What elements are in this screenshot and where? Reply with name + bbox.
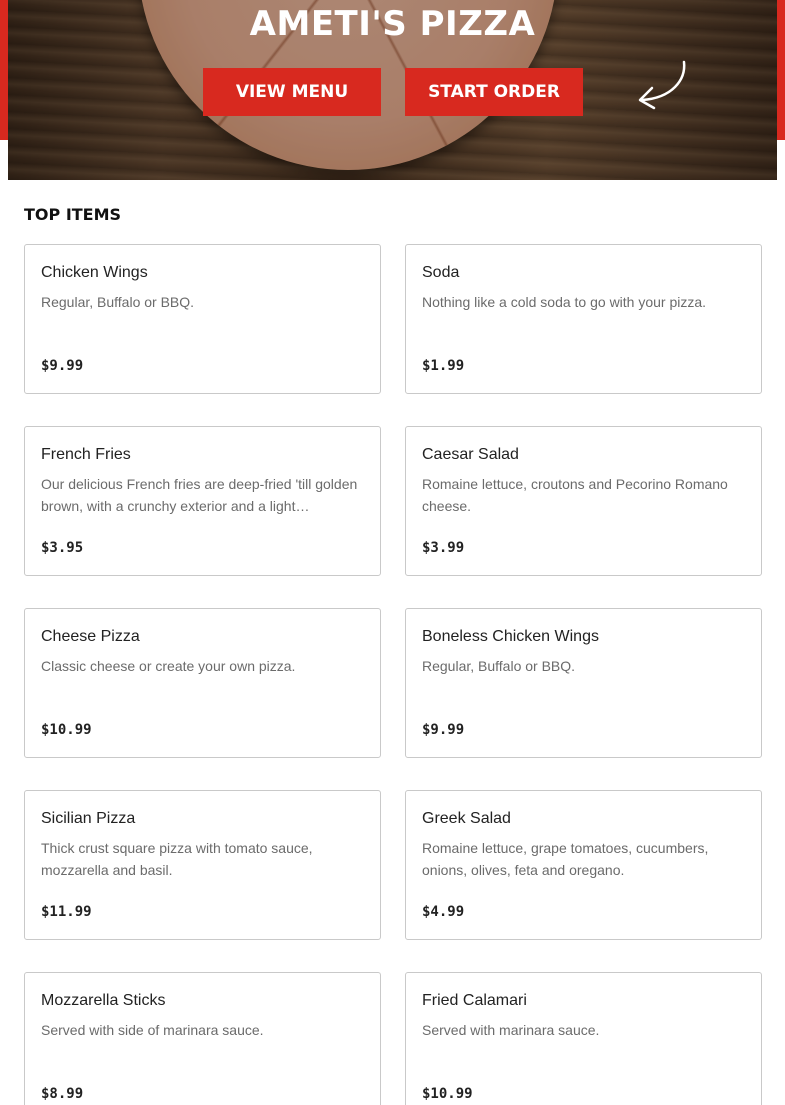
item-price: $4.99 [422,904,465,920]
menu-item-card[interactable]: Sicilian Pizza Thick crust square pizza … [24,790,381,940]
menu-item-card[interactable]: Chicken Wings Regular, Buffalo or BBQ. $… [24,244,381,394]
item-name: Caesar Salad [422,446,519,463]
hero-banner: AMETI'S PIZZA VIEW MENU START ORDER [8,0,777,180]
menu-item-card[interactable]: French Fries Our delicious French fries … [24,426,381,576]
hero-accent-right [777,0,785,140]
item-price: $9.99 [422,722,465,738]
item-price: $9.99 [41,358,84,374]
item-description: Classic cheese or create your own pizza. [41,658,296,674]
item-price: $11.99 [41,904,92,920]
item-name: Chicken Wings [41,264,148,281]
item-name: Sicilian Pizza [41,810,136,827]
item-description: Served with marinara sauce. [422,1022,600,1038]
item-description: Regular, Buffalo or BBQ. [422,658,576,674]
item-description: Thick crust square pizza with tomato sau… [41,840,313,878]
curved-arrow-icon [638,60,686,110]
item-description: Served with side of marinara sauce. [41,1022,264,1038]
item-price: $3.95 [41,540,84,556]
item-name: Soda [422,264,460,281]
item-description: Romaine lettuce, croutons and Pecorino R… [422,476,728,514]
item-price: $10.99 [422,1086,473,1102]
restaurant-name: AMETI'S PIZZA [249,4,536,44]
item-price: $10.99 [41,722,92,738]
top-items-heading: TOP ITEMS [24,205,122,224]
menu-item-card[interactable]: Caesar Salad Romaine lettuce, croutons a… [405,426,762,576]
menu-item-card[interactable]: Greek Salad Romaine lettuce, grape tomat… [405,790,762,940]
item-name: Fried Calamari [422,992,527,1009]
item-price: $1.99 [422,358,465,374]
view-menu-button[interactable]: VIEW MENU [203,68,381,116]
item-name: Cheese Pizza [41,628,140,645]
item-name: Boneless Chicken Wings [422,628,599,645]
item-name: Mozzarella Sticks [41,992,166,1009]
item-description: Nothing like a cold soda to go with your… [422,294,707,310]
item-description: Romaine lettuce, grape tomatoes, cucumbe… [422,840,709,878]
menu-item-card[interactable]: Cheese Pizza Classic cheese or create yo… [24,608,381,758]
menu-item-card[interactable]: Soda Nothing like a cold soda to go with… [405,244,762,394]
start-order-button[interactable]: START ORDER [405,68,583,116]
menu-item-card[interactable]: Mozzarella Sticks Served with side of ma… [24,972,381,1105]
item-description: Our delicious French fries are deep-frie… [41,476,358,514]
item-price: $3.99 [422,540,465,556]
menu-item-card[interactable]: Fried Calamari Served with marinara sauc… [405,972,762,1105]
item-description: Regular, Buffalo or BBQ. [41,294,195,310]
hero-accent-left [0,0,8,140]
item-name: French Fries [41,446,131,463]
item-name: Greek Salad [422,810,511,827]
item-price: $8.99 [41,1086,84,1102]
menu-item-card[interactable]: Boneless Chicken Wings Regular, Buffalo … [405,608,762,758]
